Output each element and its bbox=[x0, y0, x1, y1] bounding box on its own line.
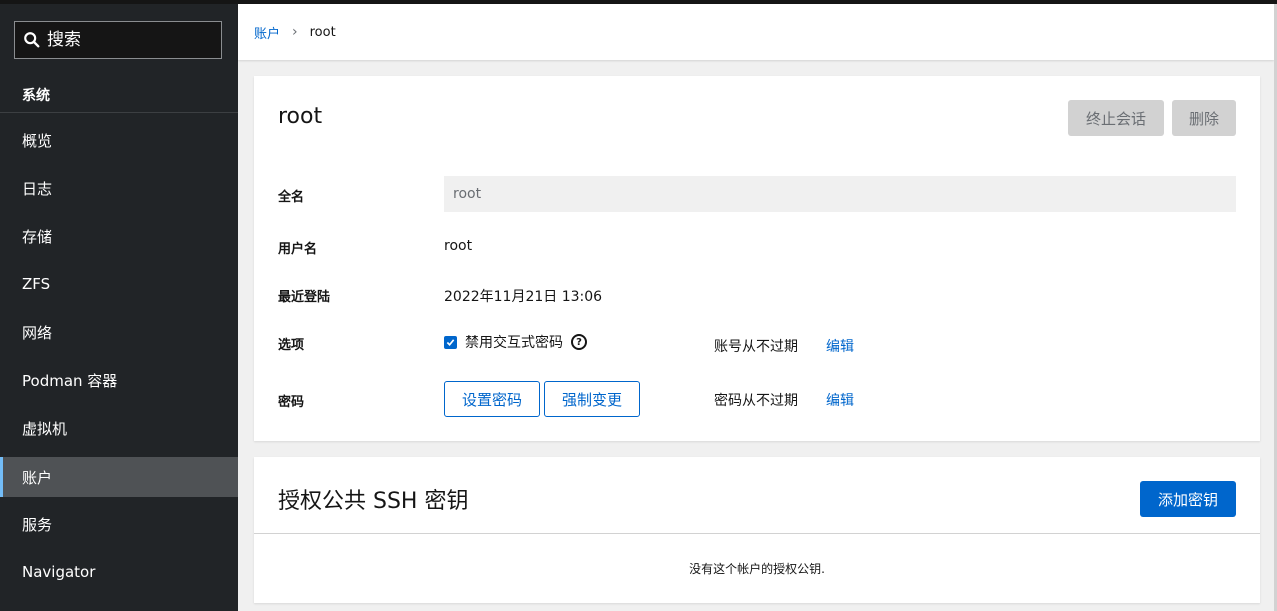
terminate-session-button[interactable]: 终止会话 bbox=[1068, 100, 1164, 136]
help-icon[interactable]: ? bbox=[571, 334, 587, 350]
ssh-keys-title: 授权公共 SSH 密钥 bbox=[278, 489, 469, 514]
divider bbox=[254, 533, 1260, 534]
sidebar-item-storage[interactable]: 存储 bbox=[0, 216, 238, 256]
search-box[interactable] bbox=[14, 21, 222, 59]
sidebar-item-label: Navigator bbox=[22, 563, 96, 581]
page-title: root bbox=[278, 104, 323, 129]
username-value: root bbox=[444, 238, 473, 254]
account-details-card: root 终止会话 删除 全名 用户名 root 最近登陆 2022年11月21… bbox=[254, 76, 1260, 441]
sidebar-item-label: ZFS bbox=[22, 275, 51, 293]
breadcrumb-current: root bbox=[309, 24, 336, 40]
ssh-keys-card: 授权公共 SSH 密钥 添加密钥 没有这个帐户的授权公钥. bbox=[254, 457, 1260, 603]
sidebar-item-overview[interactable]: 概览 bbox=[0, 120, 238, 160]
sidebar-item-label: 网络 bbox=[22, 323, 53, 342]
empty-state-message: 没有这个帐户的授权公钥. bbox=[689, 562, 825, 576]
force-change-button[interactable]: 强制变更 bbox=[544, 381, 640, 417]
disable-interactive-password-label: 禁用交互式密码 bbox=[465, 335, 563, 351]
set-password-button[interactable]: 设置密码 bbox=[444, 381, 540, 417]
sidebar-item-label: 虚拟机 bbox=[22, 419, 68, 438]
password-expiry-text: 密码从不过期 bbox=[714, 393, 798, 409]
sidebar-item-networking[interactable]: 网络 bbox=[0, 312, 238, 352]
sidebar-item-label: Podman 容器 bbox=[22, 371, 118, 390]
sidebar-item-logs[interactable]: 日志 bbox=[0, 168, 238, 208]
breadcrumb: 账户 › root bbox=[238, 4, 1274, 60]
edit-account-expiry-link[interactable]: 编辑 bbox=[826, 336, 854, 356]
sidebar-item-accounts[interactable]: 账户 bbox=[0, 457, 238, 497]
sidebar-item-label: 存储 bbox=[22, 227, 53, 246]
sidebar-item-podman[interactable]: Podman 容器 bbox=[0, 360, 238, 400]
fullname-field[interactable] bbox=[444, 176, 1236, 212]
username-label: 用户名 bbox=[278, 242, 318, 257]
sidebar-item-services[interactable]: 服务 bbox=[0, 504, 238, 544]
breadcrumb-link-accounts[interactable]: 账户 bbox=[254, 23, 280, 42]
search-icon bbox=[24, 32, 40, 48]
search-input[interactable] bbox=[47, 30, 217, 50]
sidebar-item-zfs[interactable]: ZFS bbox=[0, 264, 238, 304]
options-label: 选项 bbox=[278, 338, 305, 353]
last-login-label: 最近登陆 bbox=[278, 290, 331, 305]
delete-account-button[interactable]: 删除 bbox=[1172, 100, 1236, 136]
check-icon bbox=[446, 338, 455, 346]
sidebar-item-navigator[interactable]: Navigator bbox=[0, 552, 238, 592]
main-content: 账户 › root root 终止会话 删除 全名 用户名 root 最近登陆 … bbox=[238, 4, 1277, 611]
sidebar-item-label: 概览 bbox=[22, 131, 53, 150]
sidebar-section-title: 系统 bbox=[22, 88, 50, 104]
sidebar-item-label: 账户 bbox=[22, 468, 53, 487]
add-key-button[interactable]: 添加密钥 bbox=[1140, 481, 1236, 517]
sidebar-item-label: 日志 bbox=[22, 179, 53, 198]
chevron-right-icon: › bbox=[292, 24, 298, 40]
account-expiry-text: 账号从不过期 bbox=[714, 339, 798, 355]
last-login-value: 2022年11月21日 13:06 bbox=[444, 289, 603, 305]
sidebar-item-virtual-machines[interactable]: 虚拟机 bbox=[0, 408, 238, 448]
password-label: 密码 bbox=[278, 395, 305, 410]
disable-interactive-password-checkbox[interactable] bbox=[444, 335, 457, 349]
edit-password-expiry-link[interactable]: 编辑 bbox=[826, 390, 854, 410]
sidebar-item-label: 服务 bbox=[22, 515, 53, 534]
sidebar-divider bbox=[0, 112, 238, 113]
sidebar: 系统 概览 日志 存储 ZFS 网络 Podman 容器 虚拟机 账户 服务 N… bbox=[0, 4, 238, 611]
fullname-label: 全名 bbox=[278, 190, 305, 205]
disable-interactive-password-option: 禁用交互式密码 ? bbox=[444, 332, 587, 352]
